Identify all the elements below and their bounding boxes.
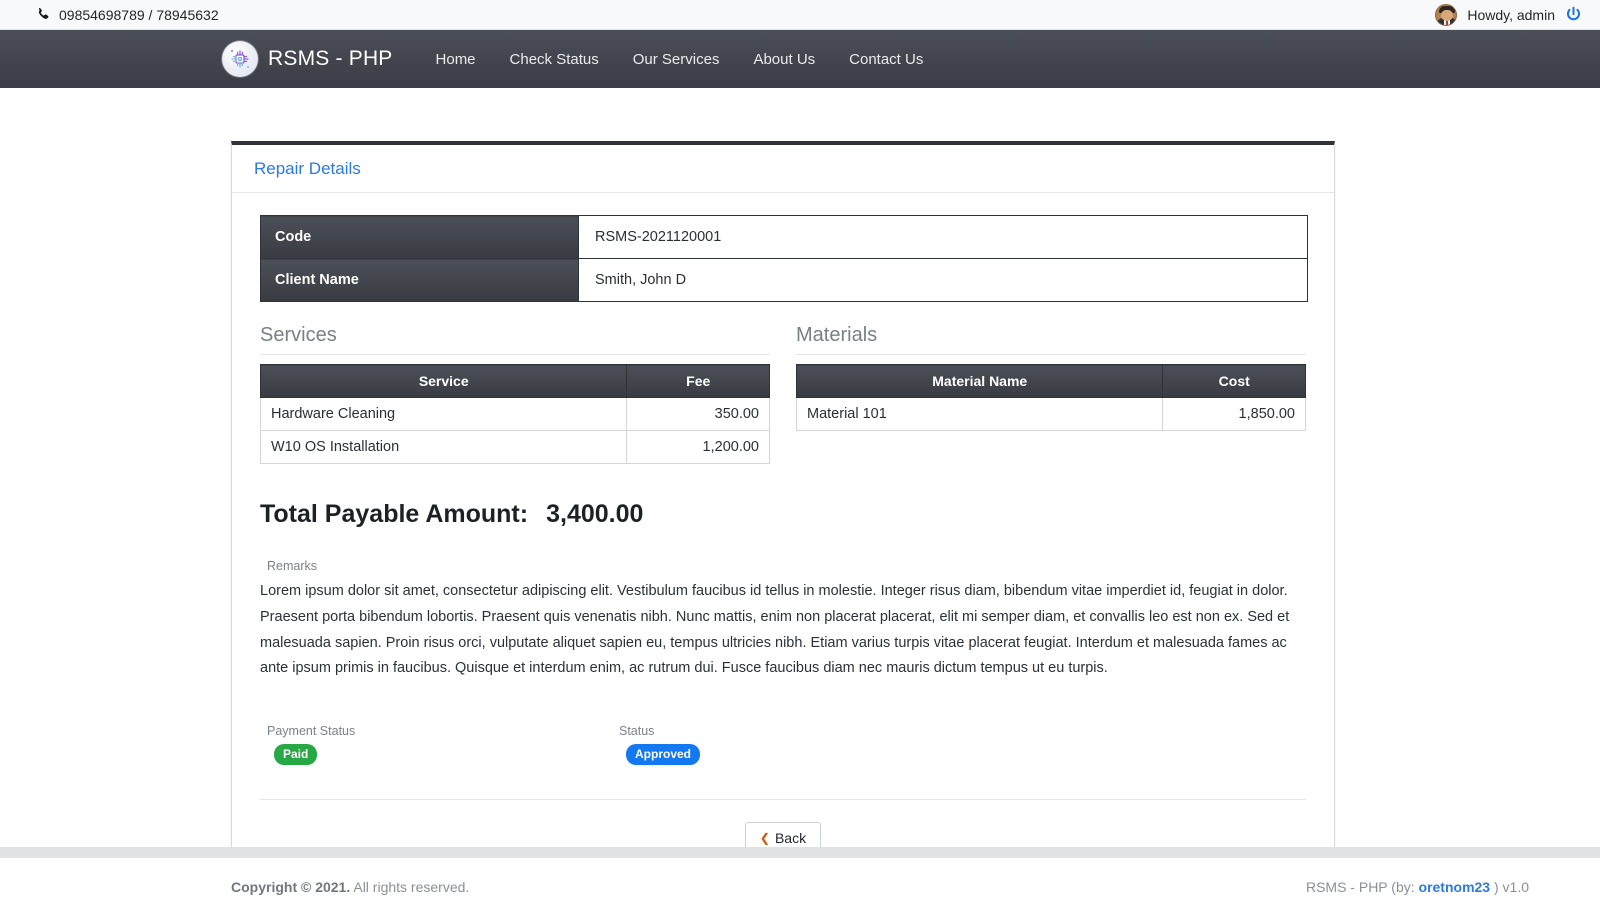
- nav-item-check-status[interactable]: Check Status: [493, 43, 616, 76]
- services-col-service: Service: [259, 364, 628, 398]
- material-name: Material 101: [795, 397, 1164, 431]
- info-value-code: RSMS-2021120001: [578, 215, 1308, 259]
- table-row: Code RSMS-2021120001: [260, 215, 1308, 259]
- user-greeting: Howdy, admin: [1467, 6, 1555, 23]
- service-name: W10 OS Installation: [259, 430, 628, 464]
- brand-text: RSMS - PHP: [268, 47, 393, 70]
- credit-author-link[interactable]: oretnom23: [1419, 879, 1491, 895]
- tables-columns: Services Service Fee Hardware Cleaning 3…: [259, 324, 1306, 464]
- material-cost: 1,850.00: [1162, 397, 1306, 431]
- payment-status-block: Payment Status Paid: [260, 724, 612, 766]
- services-table: Service Fee Hardware Cleaning 350.00 W10…: [259, 364, 770, 464]
- nav-item-our-services[interactable]: Our Services: [616, 43, 737, 76]
- table-row: Hardware Cleaning 350.00: [259, 397, 770, 431]
- info-label-client-name: Client Name: [260, 258, 579, 302]
- nav-links: Home Check Status Our Services About Us …: [419, 43, 941, 76]
- services-column: Services Service Fee Hardware Cleaning 3…: [259, 324, 770, 464]
- total-payable-row: Total Payable Amount: 3,400.00: [260, 500, 1306, 529]
- table-header-row: Material Name Cost: [795, 364, 1306, 398]
- services-heading: Services: [260, 324, 770, 355]
- top-utility-bar: 09854698789 / 78945632 Howdy, admin: [0, 0, 1600, 30]
- power-icon[interactable]: [1565, 6, 1582, 23]
- materials-column: Materials Material Name Cost Material 10…: [795, 324, 1306, 464]
- service-name: Hardware Cleaning: [259, 397, 628, 431]
- card-footer: ❮ Back: [260, 799, 1306, 855]
- service-fee: 350.00: [626, 397, 770, 431]
- info-label-code: Code: [260, 215, 579, 259]
- table-row: W10 OS Installation 1,200.00: [259, 430, 770, 464]
- microchip-icon: [222, 41, 258, 77]
- contact-phone: 09854698789 / 78945632: [36, 7, 219, 23]
- brand-link[interactable]: RSMS - PHP: [222, 41, 393, 77]
- avatar: [1435, 3, 1458, 26]
- card-header: Repair Details: [232, 145, 1334, 193]
- back-button-label: Back: [774, 830, 807, 847]
- status-badge: Approved: [626, 744, 701, 766]
- materials-table: Material Name Cost Material 101 1,850.00: [795, 364, 1306, 431]
- nav-item-home[interactable]: Home: [419, 43, 493, 76]
- credit-text: RSMS - PHP (by: oretnom23 ) v1.0: [1306, 879, 1564, 895]
- nav-item-about-us[interactable]: About Us: [736, 43, 832, 76]
- credit-suffix: ) v1.0: [1490, 878, 1529, 895]
- page-body: Repair Details Code RSMS-2021120001 Clie…: [0, 88, 1600, 915]
- status-label: Status: [619, 724, 655, 739]
- materials-heading: Materials: [796, 324, 1306, 355]
- payment-status-label: Payment Status: [267, 724, 356, 739]
- materials-col-name: Material Name: [795, 364, 1164, 398]
- copyright-strong: Copyright © 2021.: [231, 878, 351, 895]
- table-row: Material 101 1,850.00: [795, 397, 1306, 431]
- remarks-label: Remarks: [267, 559, 318, 573]
- table-row: Client Name Smith, John D: [260, 258, 1308, 302]
- page-title: Repair Details: [254, 159, 361, 178]
- status-row: Payment Status Paid Status Approved: [260, 724, 1306, 766]
- phone-icon: [36, 7, 51, 22]
- page-footer: Copyright © 2021. All rights reserved. R…: [0, 857, 1600, 915]
- service-fee: 1,200.00: [626, 430, 770, 464]
- copyright-text: Copyright © 2021. All rights reserved.: [231, 879, 469, 895]
- table-header-row: Service Fee: [259, 364, 770, 398]
- main-navbar: RSMS - PHP Home Check Status Our Service…: [0, 30, 1600, 88]
- info-value-client-name: Smith, John D: [578, 258, 1308, 302]
- credit-prefix: RSMS - PHP (by:: [1305, 878, 1419, 895]
- payment-status-badge: Paid: [274, 744, 318, 766]
- nav-item-contact-us[interactable]: Contact Us: [832, 43, 940, 76]
- remarks-text: Lorem ipsum dolor sit amet, consectetur …: [260, 583, 1290, 677]
- phone-number-text: 09854698789 / 78945632: [59, 6, 219, 23]
- materials-col-cost: Cost: [1162, 364, 1306, 398]
- footer-gutter: [0, 847, 1600, 857]
- card-body: Code RSMS-2021120001 Client Name Smith, …: [232, 193, 1334, 880]
- chevron-left-icon: ❮: [759, 831, 770, 846]
- repair-details-card: Repair Details Code RSMS-2021120001 Clie…: [231, 141, 1335, 882]
- total-payable-label: Total Payable Amount:: [260, 500, 529, 528]
- total-payable-value: 3,400.00: [546, 500, 644, 528]
- copyright-rest: All rights reserved.: [350, 878, 470, 895]
- repair-info-table: Code RSMS-2021120001 Client Name Smith, …: [260, 215, 1308, 302]
- status-block: Status Approved: [612, 724, 964, 766]
- services-col-fee: Fee: [626, 364, 770, 398]
